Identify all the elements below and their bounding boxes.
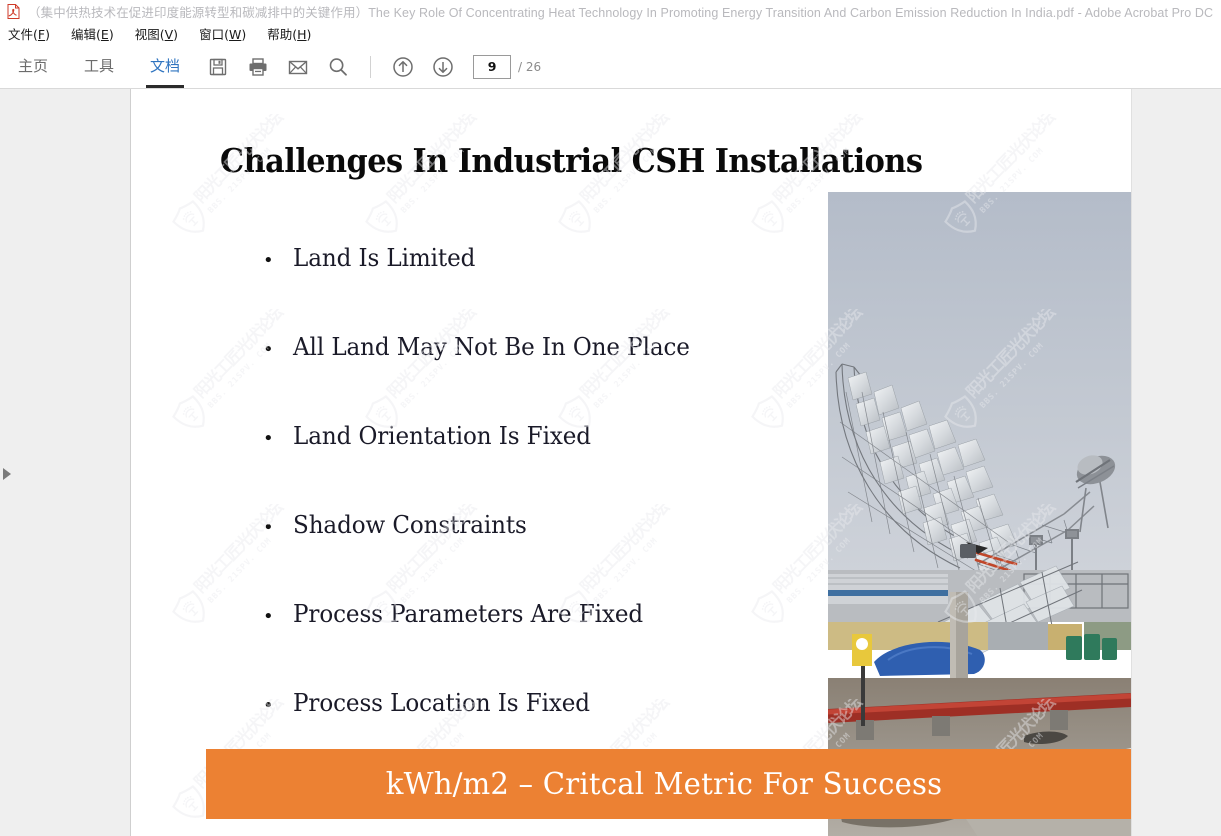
pdf-document-icon (6, 3, 21, 19)
menu-edit[interactable]: 编辑(E) (69, 23, 116, 44)
list-item: • Shadow Constraints (261, 511, 821, 600)
list-item: • Process Parameters Are Fixed (261, 600, 821, 689)
menu-edit-text: 编辑 (71, 27, 97, 42)
tab-home[interactable]: 主页 (14, 45, 52, 88)
pdf-page: Challenges In Industrial CSH Installatio… (131, 89, 1131, 836)
email-icon[interactable] (281, 50, 315, 84)
menu-bar: 文件(F) 编辑(E) 视图(V) 窗口(W) 帮助(H) (0, 22, 1221, 45)
bullet-text: Land Orientation Is Fixed (293, 422, 591, 450)
bullet-text: All Land May Not Be In One Place (293, 333, 690, 361)
bullet-dot-icon: • (263, 428, 274, 449)
bullet-text: Shadow Constraints (293, 511, 527, 539)
page-right-gutter (1131, 89, 1221, 836)
tab-tools[interactable]: 工具 (80, 45, 118, 88)
slide-content: Challenges In Industrial CSH Installatio… (131, 89, 1131, 836)
document-view-area[interactable]: Challenges In Industrial CSH Installatio… (131, 89, 1221, 836)
banner-kwh-metric: kWh/m2 – Critcal Metric For Success (206, 749, 1131, 819)
toolbar-divider (370, 55, 372, 78)
bullet-dot-icon: • (263, 606, 274, 627)
bullet-dot-icon: • (263, 695, 274, 716)
main-toolbar: 主页 工具 文档 9 / 26 (0, 45, 1221, 89)
workspace: Challenges In Industrial CSH Installatio… (0, 89, 1221, 836)
slide-title: Challenges In Industrial CSH Installatio… (220, 141, 923, 180)
menu-edit-mnemonic: E (100, 27, 109, 42)
list-item: • Land Orientation Is Fixed (261, 422, 821, 511)
bullet-text: Land Is Limited (293, 244, 476, 272)
menu-view-mnemonic: V (164, 27, 174, 42)
menu-help-text: 帮助 (267, 27, 293, 42)
window-title: （集中供热技术在促进印度能源转型和碳减排中的关键作用）The Key Role … (28, 5, 1214, 20)
expand-panel-triangle-icon[interactable] (3, 468, 11, 480)
menu-window-text: 窗口 (199, 27, 225, 42)
menu-window[interactable]: 窗口(W) (197, 23, 248, 44)
save-icon[interactable] (201, 50, 235, 84)
search-icon[interactable] (321, 50, 355, 84)
menu-help[interactable]: 帮助(H) (265, 23, 313, 44)
bullet-dot-icon: • (263, 250, 274, 271)
menu-file[interactable]: 文件(F) (6, 23, 52, 44)
arrow-up-circle-icon[interactable] (386, 50, 420, 84)
menu-help-mnemonic: H (297, 27, 307, 42)
tab-document[interactable]: 文档 (146, 45, 185, 88)
bullet-dot-icon: • (263, 517, 274, 538)
menu-file-mnemonic: F (37, 27, 46, 42)
menu-window-mnemonic: W (228, 27, 242, 42)
print-icon[interactable] (241, 50, 275, 84)
window-title-bar: （集中供热技术在促进印度能源转型和碳减排中的关键作用）The Key Role … (0, 0, 1221, 22)
bullet-text: Process Location Is Fixed (293, 689, 590, 717)
menu-view-text: 视图 (134, 27, 160, 42)
list-item: • All Land May Not Be In One Place (261, 333, 821, 422)
list-item: • Land Is Limited (261, 244, 821, 333)
bullet-text: Process Parameters Are Fixed (293, 600, 644, 628)
arrow-down-circle-icon[interactable] (426, 50, 460, 84)
page-number-input[interactable]: 9 (473, 54, 512, 79)
menu-view[interactable]: 视图(V) (133, 23, 180, 44)
bullet-dot-icon: • (263, 339, 274, 360)
banner-text: kWh/m2 – Critcal Metric For Success (385, 766, 942, 802)
bullet-list: • Land Is Limited • All Land May Not Be … (261, 244, 821, 778)
menu-file-text: 文件 (8, 27, 34, 42)
concentrating-solar-dish-photo (828, 192, 1131, 836)
navigation-side-panel (0, 89, 131, 836)
page-total-label: / 26 (518, 59, 542, 74)
